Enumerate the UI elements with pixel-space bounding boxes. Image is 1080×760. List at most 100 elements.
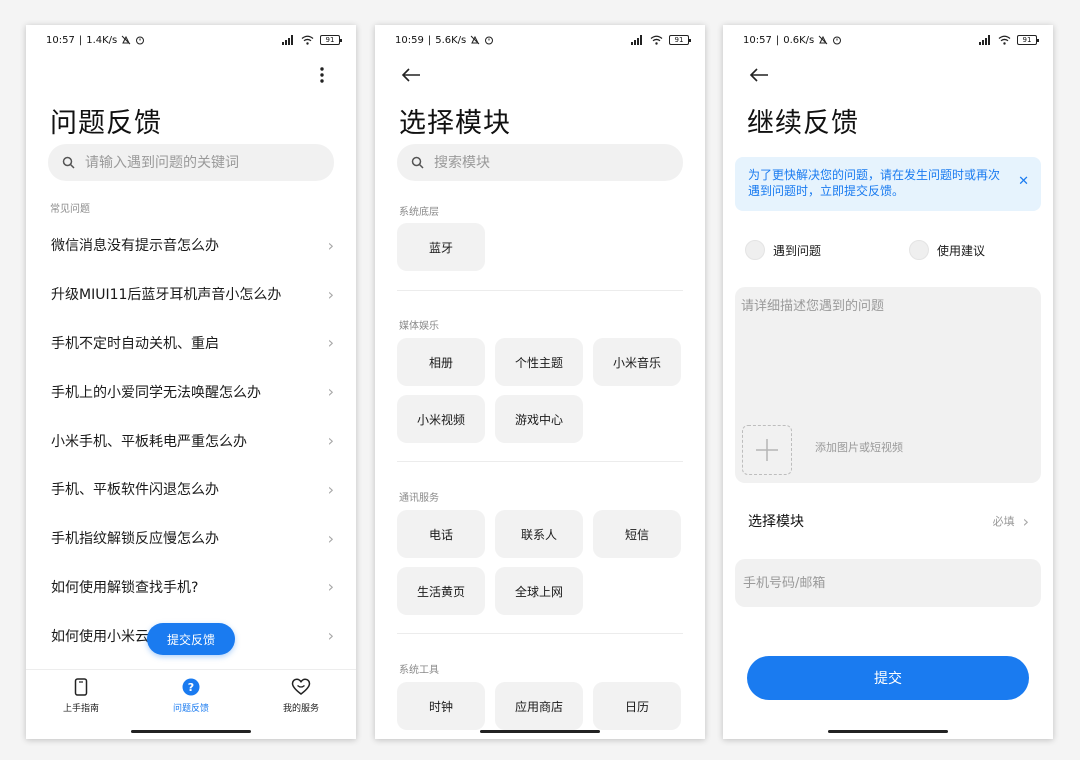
- description-textarea[interactable]: [741, 295, 1031, 415]
- chevron-right-icon: ›: [327, 382, 334, 402]
- more-options-button[interactable]: [314, 63, 330, 87]
- radio-circle[interactable]: [745, 240, 765, 260]
- arrow-left-icon: [401, 68, 420, 82]
- plus-icon: [756, 439, 778, 461]
- nav-item-guide[interactable]: 上手指南: [26, 670, 136, 739]
- module-chip[interactable]: 小米视频: [397, 395, 485, 443]
- notice-text: 为了更快解决您的问题，请在发生问题时或再次遇到问题时，立即提交反馈。: [748, 168, 1001, 198]
- svg-text:?: ?: [188, 681, 194, 694]
- module-section-label: 系统工具: [399, 665, 439, 676]
- chevron-right-icon: ›: [327, 235, 334, 255]
- alarm-icon: [485, 36, 494, 45]
- status-time: 10:57: [743, 34, 772, 46]
- back-button[interactable]: [397, 61, 425, 89]
- module-chip[interactable]: 短信: [593, 510, 681, 558]
- chevron-right-icon: ›: [327, 626, 334, 646]
- alarm-icon: [833, 36, 842, 45]
- signal-icon: [631, 35, 642, 45]
- chevron-right-icon: ›: [327, 577, 334, 597]
- status-bar: 10:57 | 1.4K/s 91: [26, 25, 356, 55]
- faq-item[interactable]: 手机指纹解锁反应慢怎么办 ›: [26, 514, 356, 563]
- home-indicator[interactable]: [131, 730, 251, 733]
- top-bar: [375, 59, 705, 95]
- network-speed: 5.6K/s: [435, 34, 467, 46]
- section-divider: [397, 290, 683, 291]
- module-chip[interactable]: 小米音乐: [593, 338, 681, 386]
- module-section-label: 系统底层: [399, 207, 439, 218]
- submit-button[interactable]: 提交: [747, 656, 1029, 700]
- contact-input[interactable]: [743, 575, 1023, 591]
- section-divider: [397, 633, 683, 634]
- close-icon[interactable]: ✕: [1018, 174, 1029, 190]
- home-indicator[interactable]: [480, 730, 600, 733]
- mute-icon: [818, 35, 828, 45]
- more-vertical-icon: [320, 67, 324, 83]
- battery-indicator: 91: [320, 35, 342, 45]
- chevron-right-icon: ›: [327, 479, 334, 499]
- question-icon: ?: [182, 678, 200, 696]
- module-grid: 蓝牙: [397, 223, 687, 271]
- wifi-icon: [998, 35, 1011, 45]
- nav-item-feedback[interactable]: ? 问题反馈: [136, 670, 246, 739]
- radio-circle[interactable]: [909, 240, 929, 260]
- battery-indicator: 91: [669, 35, 691, 45]
- contact-field[interactable]: [735, 559, 1041, 607]
- faq-list: 微信消息没有提示音怎么办 › 升级MIUI11后蓝牙耳机声音小怎么办 › 手机不定时…: [26, 221, 356, 660]
- signal-icon: [282, 35, 293, 45]
- faq-item[interactable]: 手机上的小爱同学无法唤醒怎么办 ›: [26, 367, 356, 416]
- status-bar: 10:59 | 5.6K/s 91: [375, 25, 705, 55]
- search-bar[interactable]: [48, 144, 334, 181]
- status-time: 10:59: [395, 34, 424, 46]
- faq-item[interactable]: 如何使用解锁查找手机? ›: [26, 563, 356, 612]
- module-grid: 时钟 应用商店 日历: [397, 682, 687, 730]
- search-icon: [411, 156, 424, 169]
- radio-problem[interactable]: 遇到问题: [745, 240, 821, 260]
- module-section-label: 通讯服务: [399, 493, 439, 504]
- chevron-right-icon: ›: [327, 284, 334, 304]
- select-module-row[interactable]: 选择模块 必填 ›: [723, 505, 1053, 537]
- chevron-right-icon: ›: [327, 528, 334, 548]
- nav-item-services[interactable]: 我的服务: [246, 670, 356, 739]
- chevron-right-icon: ›: [327, 431, 334, 451]
- status-time: 10:57: [46, 34, 75, 46]
- faq-item[interactable]: 小米手机、平板耗电严重怎么办 ›: [26, 416, 356, 465]
- add-media-button[interactable]: [742, 425, 792, 475]
- phone-icon: [74, 678, 88, 696]
- faq-item[interactable]: 手机、平板软件闪退怎么办 ›: [26, 465, 356, 514]
- search-input[interactable]: [85, 154, 315, 171]
- arrow-left-icon: [749, 68, 768, 82]
- module-chip[interactable]: 联系人: [495, 510, 583, 558]
- page-title: 问题反馈: [50, 108, 162, 139]
- signal-icon: [979, 35, 990, 45]
- chevron-right-icon: ›: [1022, 511, 1029, 531]
- module-section-label: 媒体娱乐: [399, 321, 439, 332]
- module-grid: 电话 联系人 短信 生活黄页 全球上网: [397, 510, 687, 615]
- faq-section-label: 常见问题: [50, 204, 90, 215]
- module-chip[interactable]: 相册: [397, 338, 485, 386]
- module-chip[interactable]: 个性主题: [495, 338, 583, 386]
- search-input[interactable]: [434, 154, 664, 171]
- home-indicator[interactable]: [828, 730, 948, 733]
- bottom-nav: 上手指南 ? 问题反馈 我的服务: [26, 669, 356, 739]
- module-chip[interactable]: 全球上网: [495, 567, 583, 615]
- mute-icon: [121, 35, 131, 45]
- radio-suggestion[interactable]: 使用建议: [909, 240, 985, 260]
- module-chip[interactable]: 电话: [397, 510, 485, 558]
- back-button[interactable]: [745, 61, 773, 89]
- page-title: 继续反馈: [747, 108, 859, 139]
- select-module-screen: 10:59 | 5.6K/s 91 选择模块 系统底层 蓝牙 媒体娱乐 相册 个…: [375, 25, 705, 739]
- section-divider: [397, 461, 683, 462]
- faq-item[interactable]: 升级MIUI11后蓝牙耳机声音小怎么办 ›: [26, 270, 356, 319]
- faq-item[interactable]: 微信消息没有提示音怎么办 ›: [26, 221, 356, 270]
- module-chip[interactable]: 应用商店: [495, 682, 583, 730]
- feedback-home-screen: 10:57 | 1.4K/s 91 问题反馈 常见问题 微信消息没有提示音怎么办…: [26, 25, 356, 739]
- network-speed: 1.4K/s: [86, 34, 118, 46]
- search-bar[interactable]: [397, 144, 683, 181]
- module-chip[interactable]: 游戏中心: [495, 395, 583, 443]
- module-chip[interactable]: 时钟: [397, 682, 485, 730]
- module-chip[interactable]: 生活黄页: [397, 567, 485, 615]
- faq-item[interactable]: 手机不定时自动关机、重启 ›: [26, 319, 356, 368]
- module-chip[interactable]: 蓝牙: [397, 223, 485, 271]
- submit-feedback-button[interactable]: 提交反馈: [147, 623, 235, 655]
- module-chip[interactable]: 日历: [593, 682, 681, 730]
